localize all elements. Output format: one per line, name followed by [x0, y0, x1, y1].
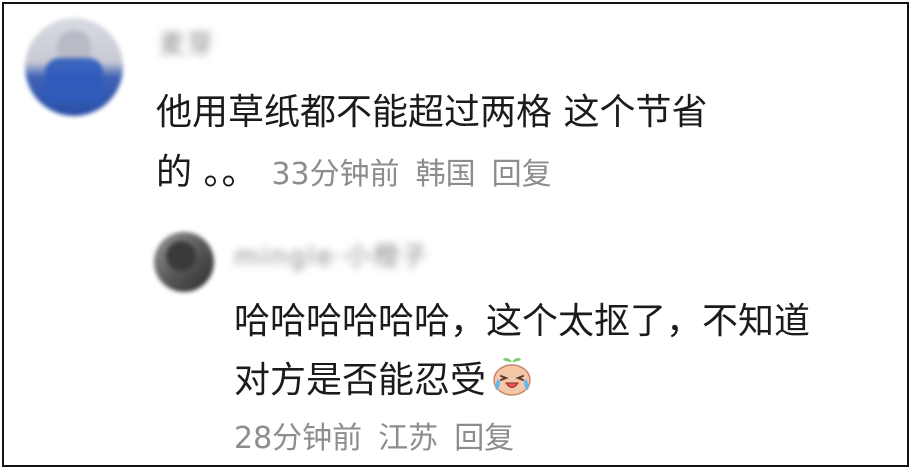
- comment-location: 韩国: [415, 157, 476, 192]
- crying-laughing-icon: [490, 354, 534, 398]
- comment-text-tail: 的 。。: [156, 152, 258, 193]
- comment-text: 他用草纸都不能超过两格 这个节省: [156, 92, 708, 133]
- comment-card: 麦芽 他用草纸都不能超过两格 这个节省 的 。。 33分钟前 韩国 回复 mingle…: [2, 2, 909, 467]
- avatar[interactable]: [25, 18, 123, 116]
- reply-location: 江苏: [378, 421, 439, 456]
- reply-avatar[interactable]: [154, 232, 214, 292]
- reply-reply-button[interactable]: 回复: [454, 421, 514, 456]
- comment-time: 33分钟前: [271, 157, 400, 192]
- reply-meta: 28分钟前 江苏 回复: [234, 414, 530, 464]
- username[interactable]: 麦芽: [159, 24, 215, 61]
- reply-text-tail: 对方是否能忍受: [234, 360, 487, 401]
- reply-button[interactable]: 回复: [492, 157, 552, 192]
- reply-text-continued: 对方是否能忍受: [234, 350, 534, 412]
- reply-time: 28分钟前: [234, 421, 363, 456]
- comment-meta: 33分钟前 韩国 回复: [271, 157, 567, 192]
- comment-text-continued: 的 。。 33分钟前 韩国 回复: [156, 142, 568, 206]
- reply-text: 哈哈哈哈哈哈，这个太抠了，不知道: [234, 301, 811, 342]
- reply-username[interactable]: mingle·小橙子: [234, 236, 429, 273]
